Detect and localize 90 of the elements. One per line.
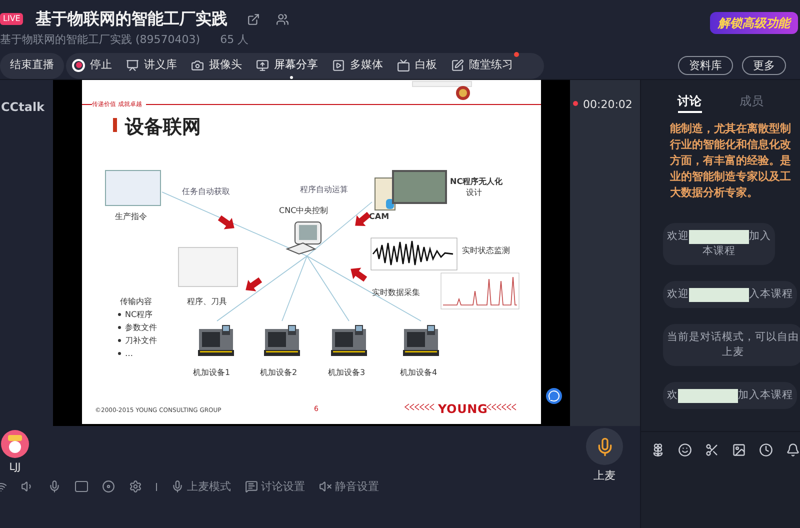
slide-label: 传输内容 xyxy=(120,296,152,308)
speaker-icon[interactable] xyxy=(21,480,34,494)
chat-message: 当前是对话模式，可以自由 上麦 xyxy=(663,324,800,366)
mute-icon xyxy=(319,480,332,494)
machine-label: 机加设备2 xyxy=(260,367,298,379)
avatar xyxy=(1,430,29,458)
redaction-block xyxy=(689,288,749,302)
header-button[interactable]: 更多 xyxy=(742,56,786,75)
clock-icon[interactable] xyxy=(759,442,773,458)
slide-label: 实时状态监测 xyxy=(462,245,510,257)
intro-text: 能制造，尤其在离散型制 行业的智能化和信息化改 方面，有丰富的经验。是 业的智能制造专家以及工 大数据分析专家。 xyxy=(668,121,792,201)
machine-label: 机加设备1 xyxy=(193,367,230,379)
list-item: 参数文件 xyxy=(125,322,157,333)
bottom-toolbar-button[interactable]: 上麦模式 xyxy=(171,478,231,495)
presentation-icon xyxy=(126,58,139,72)
toolbar-button[interactable]: 停止 xyxy=(72,52,118,80)
disc-icon[interactable] xyxy=(102,480,115,494)
image-icon[interactable] xyxy=(732,442,746,458)
toolbar-button[interactable]: 摄像头 xyxy=(191,52,248,80)
toolbar-button[interactable]: 屏幕分享 xyxy=(256,52,324,80)
list-item: NC程序 xyxy=(125,309,153,320)
slide-label: CAM xyxy=(369,211,390,223)
chat-bubble-icon[interactable] xyxy=(546,388,562,404)
chat-message: 欢迎 入本课程 xyxy=(663,281,797,308)
slide-label: 设计 xyxy=(466,187,482,199)
direction-arrow xyxy=(348,266,368,282)
chat-message: 欢 加入本课程 xyxy=(663,382,797,409)
bullet-icon xyxy=(118,339,121,342)
list-item: 刀补文件 xyxy=(125,335,157,346)
bottom-toolbar-button[interactable]: 静音设置 xyxy=(319,478,379,495)
emblem-icon xyxy=(455,85,471,101)
member-count: 65 人 xyxy=(220,32,249,48)
machine-label: 机加设备4 xyxy=(400,367,438,379)
toolbar-button[interactable]: 讲义库 xyxy=(126,52,183,80)
mic-label: 上麦 xyxy=(594,468,616,484)
chevron-row-icon xyxy=(404,403,436,411)
chat-tab[interactable]: 讨论 xyxy=(678,92,702,113)
emoji-icon[interactable] xyxy=(678,442,692,458)
drawing-placeholder xyxy=(178,247,238,287)
header-button[interactable]: 资料库 xyxy=(678,56,733,75)
course-subtitle: 基于物联网的智能工厂实践 (89570403) xyxy=(0,32,200,48)
upgrade-badge[interactable]: 解锁高级功能 xyxy=(710,12,798,34)
chat-message: 欢迎 加入 本课程 xyxy=(663,223,775,265)
chat-icon xyxy=(245,480,258,494)
list-item: … xyxy=(125,348,133,359)
slide-label: 生产指令 xyxy=(115,211,147,223)
record-icon xyxy=(72,58,85,72)
slide-label: 程序自动运算 xyxy=(300,184,348,196)
play-icon xyxy=(332,58,345,72)
slide-label: CNC中央控制 xyxy=(279,205,328,217)
direction-arrow xyxy=(217,215,237,231)
toolbar-button[interactable]: 随堂练习 xyxy=(451,52,519,80)
slide-label: 任务自动获取 xyxy=(182,186,230,198)
external-link-icon[interactable] xyxy=(247,12,260,26)
mic-icon[interactable] xyxy=(48,480,61,494)
chevron-row-icon xyxy=(486,403,518,411)
screenshot-placeholder xyxy=(392,170,447,204)
brand-logo: YOUNG xyxy=(438,401,488,418)
live-badge: LIVE xyxy=(0,13,24,25)
timer: 00:20:02 xyxy=(583,97,632,113)
flower-icon[interactable] xyxy=(651,442,665,458)
mic-icon xyxy=(171,480,184,494)
settings-icon[interactable] xyxy=(129,480,142,494)
bullet-icon xyxy=(118,313,121,316)
bottom-toolbar-button[interactable]: 讨论设置 xyxy=(245,478,305,495)
presenter-name: LJJ xyxy=(9,461,21,475)
redaction-block xyxy=(678,388,738,402)
slide-label: 程序、刀具 xyxy=(187,296,227,308)
scissors-icon[interactable] xyxy=(705,442,719,458)
bullet-icon xyxy=(118,326,121,329)
slide-label: 实时数据采集 xyxy=(372,287,420,299)
camera-icon xyxy=(191,58,204,72)
bell-icon[interactable] xyxy=(786,442,800,458)
users-icon[interactable] xyxy=(276,12,290,26)
brand-name: CCtalk xyxy=(0,100,45,114)
slide-label: NC程序无人化 xyxy=(450,176,503,188)
mic-button[interactable] xyxy=(586,428,623,465)
toolbar-button[interactable]: 白板 xyxy=(397,52,443,80)
course-title: 基于物联网的智能工厂实践 xyxy=(35,8,228,30)
redaction-block xyxy=(689,230,749,244)
slide-title: 设备联网 xyxy=(125,115,201,140)
end-live-button[interactable]: 结束直播 xyxy=(0,52,64,78)
screenshot-placeholder xyxy=(105,170,161,206)
toolbar-button[interactable]: 多媒体 xyxy=(332,52,389,80)
pen-icon xyxy=(451,58,464,72)
screen-share-icon xyxy=(256,58,269,72)
machine-label: 机加设备3 xyxy=(328,367,366,379)
bullet-icon xyxy=(118,352,121,355)
direction-arrow xyxy=(243,277,263,293)
title-marker xyxy=(113,118,117,132)
